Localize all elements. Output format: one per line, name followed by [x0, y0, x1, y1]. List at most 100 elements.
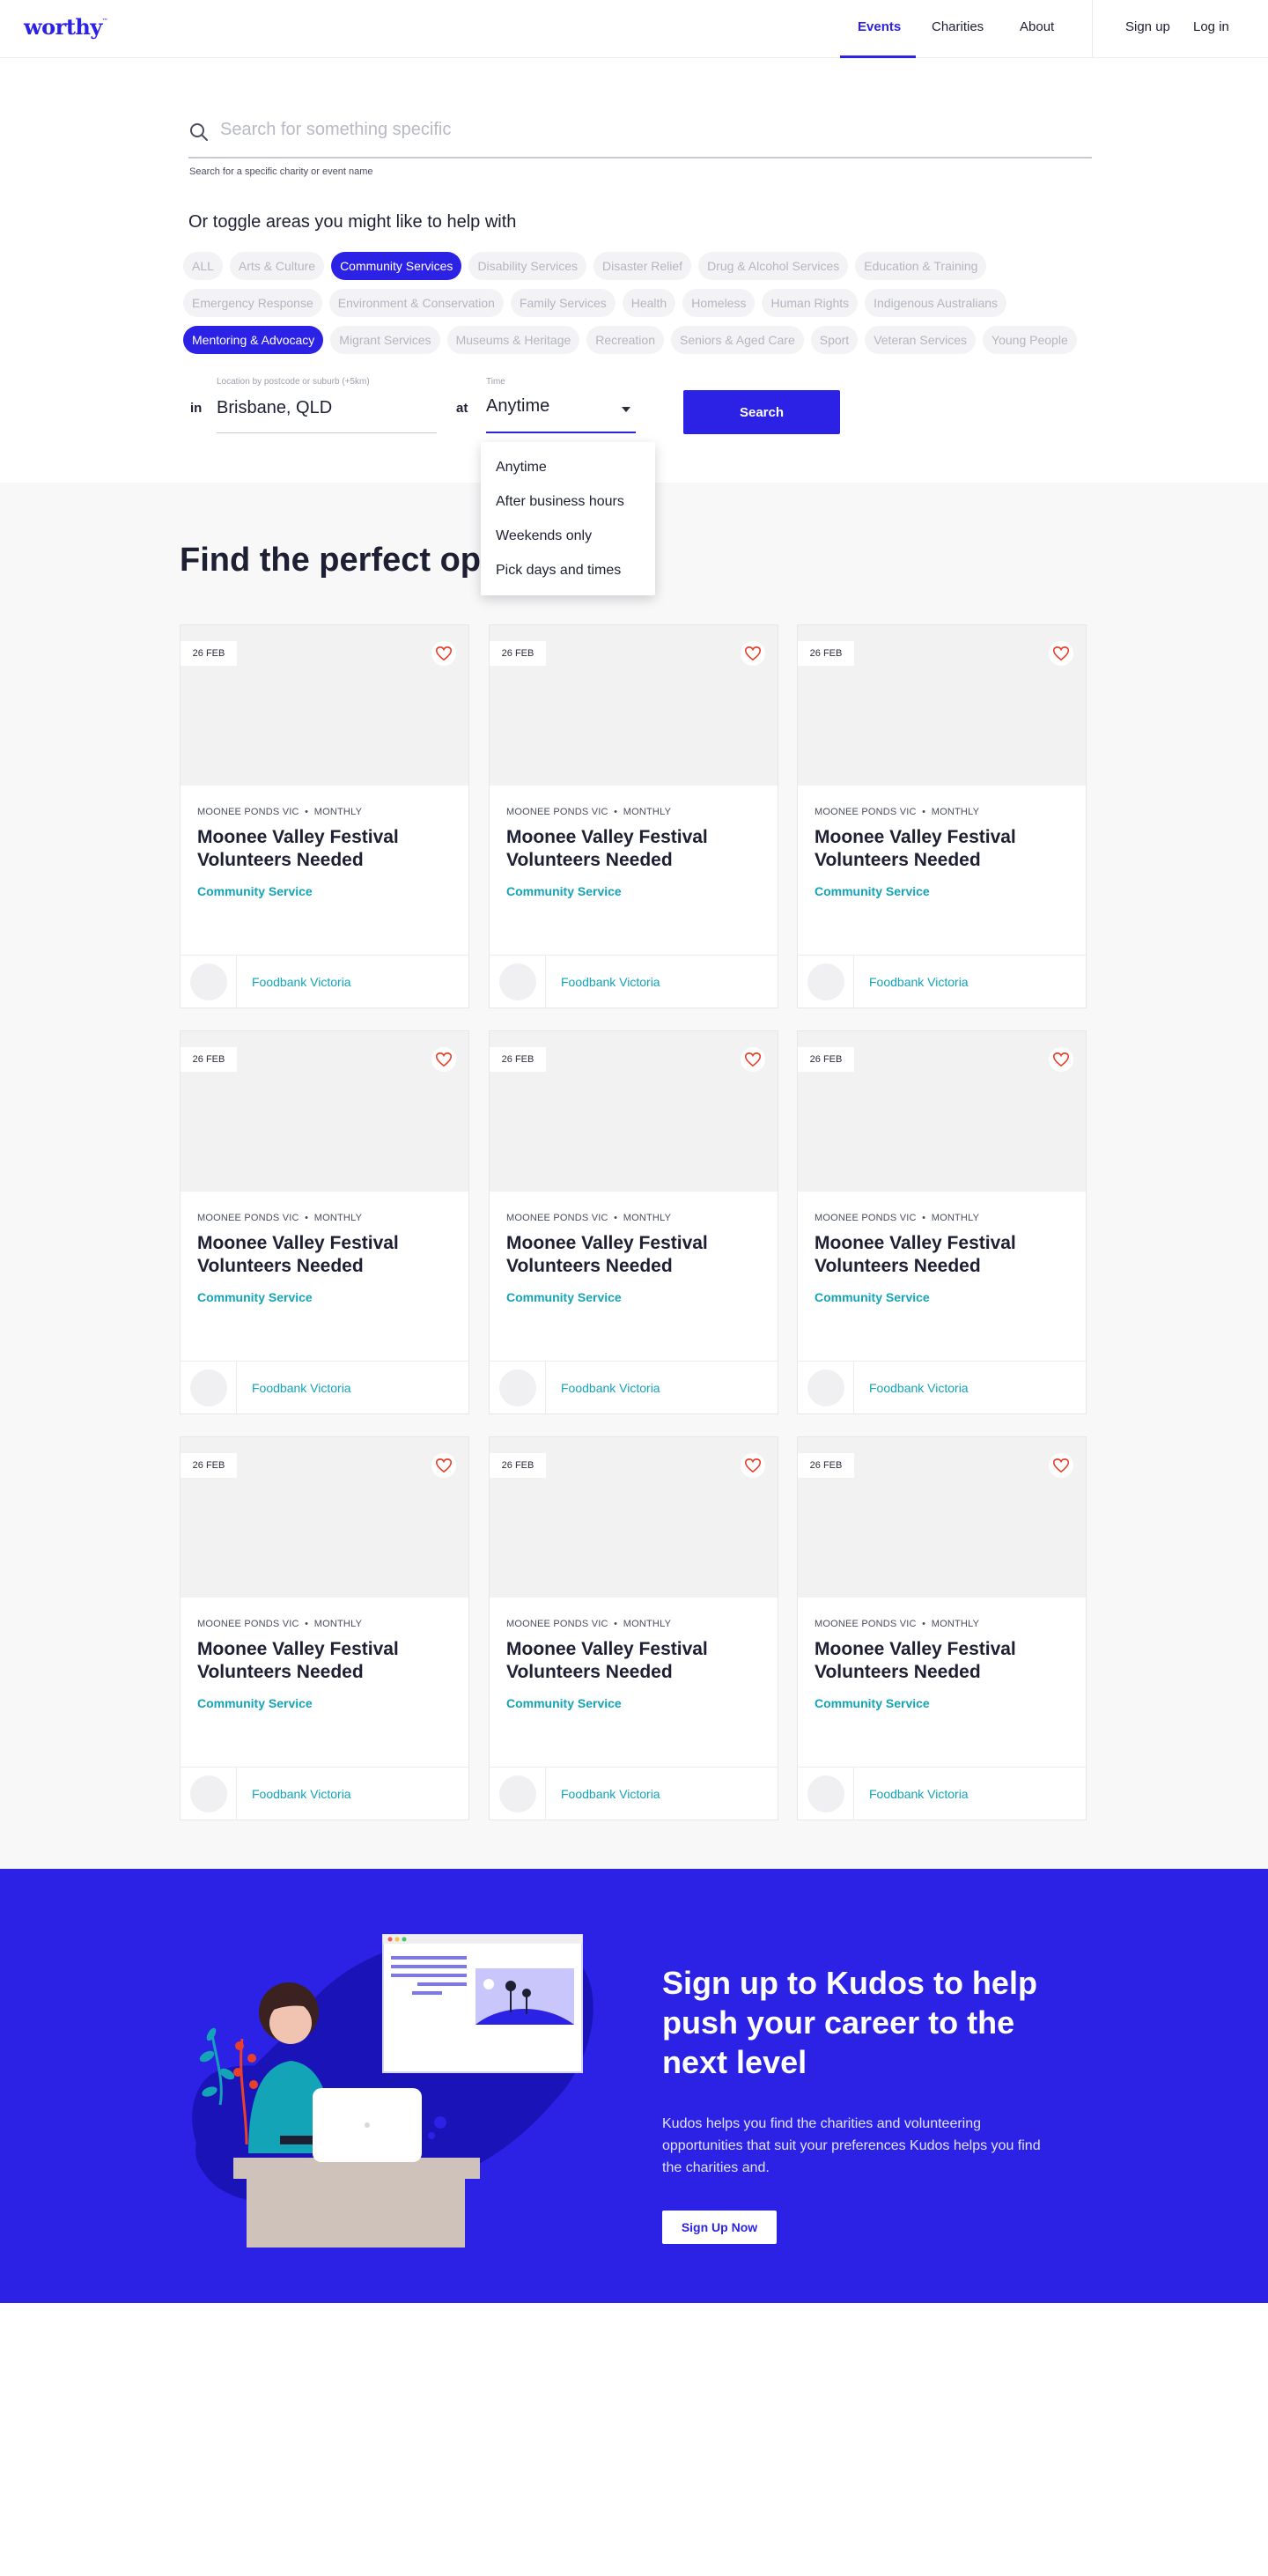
time-dropdown-menu: Anytime After business hours Weekends on… — [481, 442, 655, 595]
cause-chip[interactable]: ALL — [183, 252, 223, 280]
time-select[interactable]: Anytime — [486, 391, 636, 433]
cause-chips: ALL Arts & Culture Community Services Disab… — [183, 252, 1099, 363]
divider — [236, 1362, 237, 1414]
card-title[interactable]: Moonee Valley Festival Volunteers Needed — [815, 1232, 1070, 1278]
card-meta: MOONEE PONDS VIC • MONTHLY — [815, 1213, 980, 1223]
time-option[interactable]: Pick days and times — [481, 563, 655, 597]
cause-chip[interactable]: Museums & Heritage — [446, 326, 580, 354]
card-title[interactable]: Moonee Valley Festival Volunteers Needed — [506, 1638, 762, 1684]
time-option[interactable]: Weekends only — [481, 528, 655, 563]
organisation-link[interactable]: Foodbank Victoria — [869, 1381, 969, 1395]
signup-now-button[interactable]: Sign Up Now — [662, 2211, 777, 2244]
cause-chip[interactable]: Young People — [983, 326, 1077, 354]
logo[interactable]: worthy™ — [24, 14, 108, 40]
favorite-button[interactable] — [741, 1047, 765, 1072]
opportunity-card[interactable]: 26 FEB MOONEE PONDS VIC • MONTHLY Moonee V… — [797, 1436, 1087, 1820]
card-title[interactable]: Moonee Valley Festival Volunteers Needed — [197, 826, 453, 872]
card-footer: Foodbank Victoria — [490, 955, 778, 1008]
heart-icon — [745, 1458, 761, 1473]
card-location: MOONEE PONDS VIC — [197, 1619, 299, 1629]
cause-chip[interactable]: Community Services — [331, 252, 462, 280]
favorite-button[interactable] — [1049, 1453, 1073, 1478]
cause-chip[interactable]: Drug & Alcohol Services — [698, 252, 849, 280]
heart-icon — [1053, 646, 1069, 661]
favorite-button[interactable] — [741, 641, 765, 666]
signup-link[interactable]: Sign up — [1125, 19, 1170, 34]
card-footer: Foodbank Victoria — [798, 1361, 1086, 1414]
opportunity-card[interactable]: 26 FEB MOONEE PONDS VIC • MONTHLY Moonee V… — [180, 624, 469, 1008]
organisation-link[interactable]: Foodbank Victoria — [252, 1381, 351, 1395]
card-title[interactable]: Moonee Valley Festival Volunteers Needed — [197, 1638, 453, 1684]
nav-events[interactable]: Events — [858, 19, 901, 34]
organisation-link[interactable]: Foodbank Victoria — [561, 975, 660, 989]
organisation-link[interactable]: Foodbank Victoria — [252, 1787, 351, 1801]
nav-about[interactable]: About — [1020, 19, 1054, 34]
cause-chip[interactable]: Family Services — [510, 289, 616, 317]
cause-chip[interactable]: Indigenous Australians — [865, 289, 1007, 317]
divider — [545, 956, 546, 1008]
card-location: MOONEE PONDS VIC — [815, 807, 917, 817]
cause-chip[interactable]: Disability Services — [468, 252, 587, 280]
divider — [236, 1768, 237, 1820]
cause-chip[interactable]: Human Rights — [762, 289, 859, 317]
cause-chip[interactable]: Migrant Services — [330, 326, 440, 354]
card-meta: MOONEE PONDS VIC • MONTHLY — [506, 1213, 672, 1223]
card-location: MOONEE PONDS VIC — [197, 1213, 299, 1223]
at-label: at — [456, 401, 468, 416]
opportunity-card[interactable]: 26 FEB MOONEE PONDS VIC • MONTHLY Moonee V… — [180, 1030, 469, 1414]
cause-chip[interactable]: Mentoring & Advocacy — [183, 326, 324, 354]
nav-charities[interactable]: Charities — [932, 19, 984, 34]
card-footer: Foodbank Victoria — [798, 955, 1086, 1008]
favorite-button[interactable] — [431, 1453, 456, 1478]
time-option[interactable]: Anytime — [481, 460, 655, 494]
organisation-link[interactable]: Foodbank Victoria — [561, 1381, 660, 1395]
cause-chip[interactable]: Health — [622, 289, 676, 317]
organisation-link[interactable]: Foodbank Victoria — [869, 975, 969, 989]
organisation-link[interactable]: Foodbank Victoria — [252, 975, 351, 989]
organisation-link[interactable]: Foodbank Victoria — [869, 1787, 969, 1801]
time-option[interactable]: After business hours — [481, 494, 655, 528]
cause-chip[interactable]: Education & Training — [855, 252, 987, 280]
card-title[interactable]: Moonee Valley Festival Volunteers Needed — [815, 826, 1070, 872]
nav-divider — [1092, 0, 1093, 58]
card-footer: Foodbank Victoria — [490, 1767, 778, 1820]
divider — [853, 956, 854, 1008]
organisation-link[interactable]: Foodbank Victoria — [561, 1787, 660, 1801]
opportunity-card[interactable]: 26 FEB MOONEE PONDS VIC • MONTHLY Moonee V… — [180, 1436, 469, 1820]
location-field[interactable]: Brisbane, QLD — [217, 391, 437, 433]
cause-chip[interactable]: Homeless — [682, 289, 756, 317]
opportunity-card[interactable]: 26 FEB MOONEE PONDS VIC • MONTHLY Moonee V… — [489, 1436, 778, 1820]
heart-icon — [745, 646, 761, 661]
card-title[interactable]: Moonee Valley Festival Volunteers Needed — [506, 1232, 762, 1278]
cause-chip[interactable]: Arts & Culture — [229, 252, 325, 280]
cause-chip[interactable]: Recreation — [586, 326, 664, 354]
card-title[interactable]: Moonee Valley Festival Volunteers Needed — [197, 1232, 453, 1278]
card-title[interactable]: Moonee Valley Festival Volunteers Needed — [815, 1638, 1070, 1684]
favorite-button[interactable] — [1049, 641, 1073, 666]
cause-chip[interactable]: Environment & Conservation — [328, 289, 504, 317]
cause-chip[interactable]: Disaster Relief — [593, 252, 692, 280]
opportunity-card[interactable]: 26 FEB MOONEE PONDS VIC • MONTHLY Moonee V… — [489, 1030, 778, 1414]
cause-chip[interactable]: Emergency Response — [183, 289, 322, 317]
divider — [236, 956, 237, 1008]
search-button[interactable]: Search — [683, 390, 840, 434]
date-badge: 26 FEB — [798, 641, 854, 666]
search-input[interactable] — [220, 120, 1065, 140]
card-title[interactable]: Moonee Valley Festival Volunteers Needed — [506, 826, 762, 872]
opportunity-card[interactable]: 26 FEB MOONEE PONDS VIC • MONTHLY Moonee V… — [489, 624, 778, 1008]
card-category: Community Service — [197, 884, 313, 898]
favorite-button[interactable] — [431, 641, 456, 666]
cause-chip[interactable]: Sport — [810, 326, 859, 354]
opportunity-card[interactable]: 26 FEB MOONEE PONDS VIC • MONTHLY Moonee V… — [797, 1030, 1087, 1414]
cause-chip[interactable]: Veteran Services — [865, 326, 977, 354]
cause-chip[interactable]: Seniors & Aged Care — [670, 326, 804, 354]
login-link[interactable]: Log in — [1193, 19, 1229, 34]
heart-icon — [1053, 1458, 1069, 1473]
card-category: Community Service — [506, 1696, 622, 1710]
favorite-button[interactable] — [1049, 1047, 1073, 1072]
favorite-button[interactable] — [741, 1453, 765, 1478]
heart-icon — [436, 646, 452, 661]
favorite-button[interactable] — [431, 1047, 456, 1072]
card-frequency: MONTHLY — [931, 807, 980, 817]
opportunity-card[interactable]: 26 FEB MOONEE PONDS VIC • MONTHLY Moonee V… — [797, 624, 1087, 1008]
